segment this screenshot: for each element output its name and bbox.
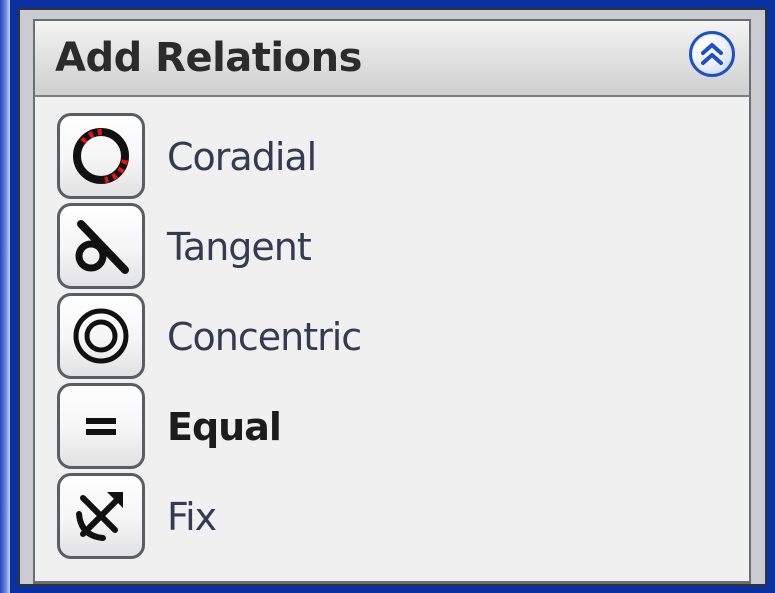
concentric-icon (73, 308, 129, 364)
relation-label: Fix (167, 495, 217, 539)
relations-list: Coradial Tangent Concentric Equal Fix (33, 97, 751, 584)
double-chevron-up-icon (701, 43, 723, 65)
coradial-icon (73, 128, 129, 184)
panel-inner: Add Relations Coradial Tangent Concentri… (33, 19, 751, 584)
concentric-button[interactable] (57, 293, 145, 379)
relation-label: Concentric (167, 315, 362, 359)
relation-item-equal[interactable]: Equal (57, 383, 697, 473)
fix-anchor-icon (76, 492, 123, 541)
relation-label: Equal (167, 405, 282, 449)
coradial-button[interactable] (57, 113, 145, 199)
equal-button[interactable] (57, 383, 145, 469)
tangent-button[interactable] (57, 203, 145, 289)
relation-item-coradial[interactable]: Coradial (57, 113, 697, 203)
relation-label: Coradial (167, 135, 317, 179)
relation-label: Tangent (167, 225, 312, 269)
window-frame-edge (0, 0, 10, 593)
tangent-icon (75, 220, 129, 274)
relation-item-tangent[interactable]: Tangent (57, 203, 697, 293)
panel-title: Add Relations (55, 35, 362, 81)
collapse-button[interactable] (689, 31, 735, 77)
panel-header[interactable]: Add Relations (33, 19, 751, 97)
fix-button[interactable] (57, 473, 145, 559)
relation-item-concentric[interactable]: Concentric (57, 293, 697, 383)
relation-item-fix[interactable]: Fix (57, 473, 697, 563)
equal-icon (86, 418, 116, 435)
add-relations-panel: Add Relations Coradial Tangent Concentri… (18, 8, 767, 586)
